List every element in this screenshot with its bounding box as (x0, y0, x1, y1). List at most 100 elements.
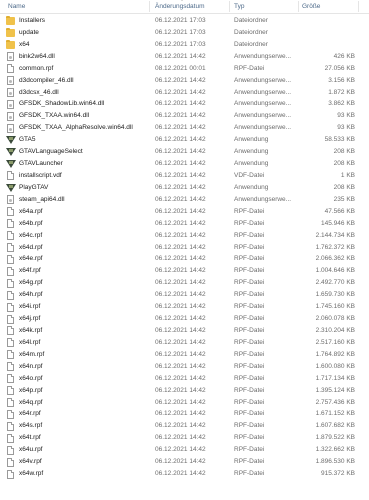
file-row[interactable]: x64a.rpf 06.12.2021 14:42 RPF-Datei 47.566 … (0, 206, 369, 218)
file-date: 06.12.2021 14:42 (155, 303, 206, 311)
file-icon (7, 64, 14, 74)
file-row[interactable]: x64v.rpf 06.12.2021 14:42 RPF-Datei 1.896.5… (0, 456, 369, 468)
file-name: GTA5 (19, 136, 36, 144)
file-row[interactable]: x64p.rpf 06.12.2021 14:42 RPF-Datei 1.395.1… (0, 385, 369, 397)
file-date: 06.12.2021 14:42 (155, 410, 206, 418)
file-name: bink2w64.dll (19, 52, 55, 60)
column-header-size[interactable]: Größe (302, 3, 320, 10)
file-size: 1 KB (340, 171, 355, 179)
file-row[interactable]: Installers 06.12.2021 17:03 Dateiordner (0, 15, 369, 27)
file-date: 06.12.2021 14:42 (155, 434, 206, 442)
file-row[interactable]: installscript.vdf 06.12.2021 14:42 VDF-Dat… (0, 170, 369, 182)
file-size: 1.395.124 KB (315, 386, 355, 394)
file-row[interactable]: GTA5 06.12.2021 14:42 Anwendung 58.533 KB (0, 134, 369, 146)
file-row[interactable]: GFSDK_TXAA.win64.dll 06.12.2021 14:42 Anwe… (0, 110, 369, 122)
file-date: 06.12.2021 14:42 (155, 207, 206, 215)
file-row[interactable]: x64n.rpf 06.12.2021 14:42 RPF-Datei 1.600.0… (0, 361, 369, 373)
file-name: x64g.rpf (19, 279, 43, 287)
file-icon (7, 243, 14, 253)
file-size: 2.517.160 KB (315, 338, 355, 346)
file-row[interactable]: x64g.rpf 06.12.2021 14:42 RPF-Datei 2.492.7… (0, 277, 369, 289)
file-date: 06.12.2021 14:42 (155, 160, 206, 168)
file-row[interactable]: x64s.rpf 06.12.2021 14:42 RPF-Datei 1.607.6… (0, 420, 369, 432)
file-row[interactable]: x64w.rpf 06.12.2021 14:42 RPF-Datei 915.372… (0, 468, 369, 480)
file-type: RPF-Datei (234, 470, 265, 478)
column-header-date[interactable]: Änderungsdatum (155, 3, 205, 10)
file-row[interactable]: x64u.rpf 06.12.2021 14:42 RPF-Datei 1.322.6… (0, 444, 369, 456)
file-type: RPF-Datei (234, 267, 265, 275)
file-icon (7, 171, 14, 181)
file-row[interactable]: GFSDK_TXAA_AlphaResolve.win64.dll 06.12.2… (0, 122, 369, 134)
file-row[interactable]: x64r.rpf 06.12.2021 14:42 RPF-Datei 1.671.1… (0, 408, 369, 420)
file-size: 1.872 KB (328, 88, 355, 96)
file-row[interactable]: x64m.rpf 06.12.2021 14:42 RPF-Datei 1.764.8… (0, 349, 369, 361)
file-icon (7, 398, 14, 407)
file-type: Anwendungserwe... (234, 76, 292, 84)
file-type: Dateiordner (234, 17, 268, 24)
file-row[interactable]: d3dcompiler_46.dll 06.12.2021 14:42 Anwend… (0, 75, 369, 87)
file-row[interactable]: common.rpf 08.12.2021 00:01 RPF-Datei 27.05… (0, 63, 369, 75)
file-size: 1.717.134 KB (315, 374, 355, 382)
file-row[interactable]: x64h.rpf 06.12.2021 14:42 RPF-Datei 1.659.7… (0, 289, 369, 301)
file-type: VDF-Datei (234, 171, 265, 179)
file-size: 27.056 KB (324, 64, 355, 72)
column-divider[interactable] (149, 1, 150, 12)
file-row[interactable]: d3dcsx_46.dll 06.12.2021 14:42 Anwendungse… (0, 87, 369, 99)
folder-icon (6, 39, 15, 49)
file-type: Anwendung (234, 148, 269, 156)
file-size: 58.533 KB (324, 136, 355, 144)
column-header-type[interactable]: Typ (234, 3, 244, 10)
file-type: RPF-Datei (234, 446, 265, 454)
file-type: RPF-Datei (234, 398, 265, 406)
file-name: GFSDK_TXAA.win64.dll (19, 112, 90, 120)
file-type: RPF-Datei (234, 243, 265, 251)
file-row[interactable]: steam_api64.dll 06.12.2021 14:42 Anwendung… (0, 194, 369, 206)
file-row[interactable]: x64b.rpf 06.12.2021 14:42 RPF-Datei 145.946… (0, 218, 369, 230)
file-icon (7, 362, 14, 372)
file-row[interactable]: x64t.rpf 06.12.2021 14:42 RPF-Datei 1.879.5… (0, 432, 369, 444)
file-date: 06.12.2021 14:42 (155, 183, 206, 191)
file-icon (7, 278, 14, 288)
column-divider[interactable] (298, 1, 299, 12)
file-date: 06.12.2021 17:03 (155, 28, 206, 36)
file-row[interactable]: x64q.rpf 06.12.2021 14:42 RPF-Datei 2.757.4… (0, 397, 369, 409)
file-row[interactable]: GFSDK_ShadowLib.win64.dll 06.12.2021 14:4… (0, 98, 369, 110)
application-icon (6, 136, 16, 145)
file-type: RPF-Datei (234, 315, 265, 323)
file-row[interactable]: x64i.rpf 06.12.2021 14:42 RPF-Datei 1.745.1… (0, 301, 369, 313)
file-size: 1.600.080 KB (315, 362, 355, 370)
file-row[interactable]: x64c.rpf 06.12.2021 14:42 RPF-Datei 2.144.7… (0, 230, 369, 242)
dll-file-icon (7, 76, 14, 86)
file-row[interactable]: x64 06.12.2021 17:03 Dateiordner (0, 39, 369, 51)
file-row[interactable]: update 06.12.2021 17:03 Dateiordner (0, 27, 369, 39)
file-name: x64n.rpf (19, 362, 43, 370)
file-row[interactable]: x64o.rpf 06.12.2021 14:42 RPF-Datei 1.717.1… (0, 373, 369, 385)
file-row[interactable]: GTAVLauncher 06.12.2021 14:42 Anwendung 208… (0, 158, 369, 170)
file-row[interactable]: x64l.rpf 06.12.2021 14:42 RPF-Datei 2.517.1… (0, 337, 369, 349)
file-type: RPF-Datei (234, 291, 265, 299)
file-type: Anwendung (234, 136, 269, 144)
file-row[interactable]: x64d.rpf 06.12.2021 14:42 RPF-Datei 1.762.3… (0, 242, 369, 254)
file-row[interactable]: GTAVLanguageSelect 06.12.2021 14:42 Anwend… (0, 146, 369, 158)
file-icon (7, 409, 14, 419)
file-row[interactable]: x64e.rpf 06.12.2021 14:42 RPF-Datei 2.066.3… (0, 253, 369, 265)
file-date: 06.12.2021 14:42 (155, 386, 206, 394)
file-icon (7, 386, 14, 396)
file-row[interactable]: bink2w64.dll 06.12.2021 14:42 Anwendungser… (0, 51, 369, 63)
file-size: 2.310.204 KB (315, 326, 355, 334)
column-divider[interactable] (229, 1, 230, 12)
file-row[interactable]: PlayGTAV 06.12.2021 14:42 Anwendung 208 KB (0, 182, 369, 194)
file-size: 1.671.152 KB (315, 410, 355, 418)
file-date: 06.12.2021 14:42 (155, 195, 206, 203)
file-date: 06.12.2021 14:42 (155, 219, 206, 227)
file-icon (7, 266, 14, 276)
file-row[interactable]: x64j.rpf 06.12.2021 14:42 RPF-Datei 2.060.0… (0, 313, 369, 325)
file-row[interactable]: x64f.rpf 06.12.2021 14:42 RPF-Datei 1.004.6… (0, 265, 369, 277)
file-name: installscript.vdf (19, 171, 62, 179)
file-row[interactable]: x64k.rpf 06.12.2021 14:42 RPF-Datei 2.310.2… (0, 325, 369, 337)
file-date: 06.12.2021 14:42 (155, 267, 206, 275)
column-divider[interactable] (358, 1, 359, 12)
column-header-name[interactable]: Name (8, 3, 25, 10)
file-icon (7, 421, 14, 431)
folder-icon (6, 16, 15, 25)
